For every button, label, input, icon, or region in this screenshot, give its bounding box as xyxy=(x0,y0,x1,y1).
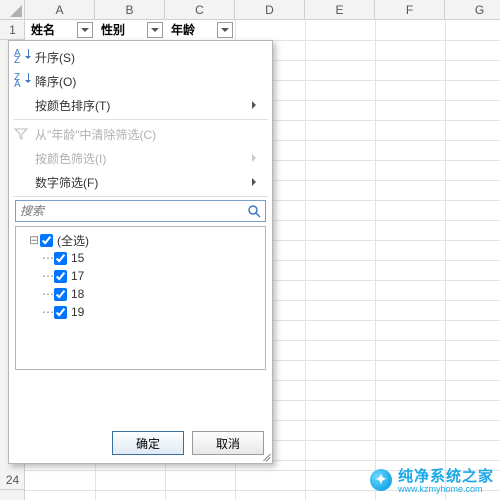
tree-item-label: 19 xyxy=(71,305,84,319)
sort-by-color[interactable]: 按颜色排序(T) xyxy=(9,93,272,117)
tree-item-label: 18 xyxy=(71,287,84,301)
row-24[interactable]: 24 xyxy=(0,470,25,490)
button-row: 确定 取消 xyxy=(112,431,264,455)
resize-handle[interactable] xyxy=(260,451,270,461)
watermark-text: 纯净系统之家 xyxy=(398,465,494,486)
tree-toggle-icon[interactable]: ⊟ xyxy=(28,233,40,247)
column-headers: A B C D E F G xyxy=(0,0,500,20)
sort-descending[interactable]: ZA 降序(O) xyxy=(9,69,272,93)
watermark: ✦ 纯净系统之家 www.kzmyhome.com xyxy=(370,465,494,494)
number-filters[interactable]: 数字筛选(F) xyxy=(9,170,272,194)
divider xyxy=(13,196,268,197)
col-G[interactable]: G xyxy=(445,0,500,20)
filter-values-tree[interactable]: ⊟ (全选) ⋯ 15 ⋯ 17 ⋯ 18 ⋯ 19 xyxy=(15,226,266,370)
checkbox-17[interactable] xyxy=(54,270,67,283)
checkbox-18[interactable] xyxy=(54,288,67,301)
checkbox-19[interactable] xyxy=(54,306,67,319)
header-name-label: 姓名 xyxy=(31,23,55,37)
col-D[interactable]: D xyxy=(235,0,305,20)
tree-item-label: 15 xyxy=(71,251,84,265)
tree-leaf-icon: ⋯ xyxy=(42,305,54,319)
search-row xyxy=(15,200,266,222)
filter-dropdown: AZ 升序(S) ZA 降序(O) 按颜色排序(T) 从"年龄"中清除筛选(C)… xyxy=(8,40,273,464)
tree-select-all[interactable]: ⊟ (全选) xyxy=(20,231,261,249)
funnel-clear-icon xyxy=(14,127,30,141)
filter-button-age[interactable] xyxy=(217,22,233,38)
ok-button[interactable]: 确定 xyxy=(112,431,184,455)
col-E[interactable]: E xyxy=(305,0,375,20)
col-B[interactable]: B xyxy=(95,0,165,20)
tree-all-label: (全选) xyxy=(57,232,89,249)
filter-by-color: 按颜色筛选(I) xyxy=(9,146,272,170)
cancel-button[interactable]: 取消 xyxy=(192,431,264,455)
tree-item[interactable]: ⋯ 19 xyxy=(20,303,261,321)
submenu-arrow-icon xyxy=(252,154,260,162)
down-arrow-icon xyxy=(26,73,32,85)
col-F[interactable]: F xyxy=(375,0,445,20)
down-arrow-icon xyxy=(26,49,32,61)
checkbox-15[interactable] xyxy=(54,252,67,265)
tree-leaf-icon: ⋯ xyxy=(42,269,54,283)
sort-desc-label: 降序(O) xyxy=(35,73,76,90)
tree-leaf-icon: ⋯ xyxy=(42,251,54,265)
tree-item[interactable]: ⋯ 18 xyxy=(20,285,261,303)
submenu-arrow-icon xyxy=(252,101,260,109)
sort-ascending[interactable]: AZ 升序(S) xyxy=(9,45,272,69)
divider xyxy=(13,119,268,120)
filter-button-gender[interactable] xyxy=(147,22,163,38)
watermark-logo-icon: ✦ xyxy=(370,469,392,491)
filter-color-label: 按颜色筛选(I) xyxy=(35,150,106,167)
filter-button-name[interactable] xyxy=(77,22,93,38)
tree-leaf-icon: ⋯ xyxy=(42,287,54,301)
tree-item[interactable]: ⋯ 15 xyxy=(20,249,261,267)
submenu-arrow-icon xyxy=(252,178,260,186)
clear-filter-label: 从"年龄"中清除筛选(C) xyxy=(35,126,156,143)
checkbox-all[interactable] xyxy=(40,234,53,247)
watermark-url: www.kzmyhome.com xyxy=(398,484,494,494)
select-all-corner[interactable] xyxy=(0,0,25,20)
search-icon xyxy=(246,203,262,219)
header-age-label: 年龄 xyxy=(171,23,195,37)
clear-filter: 从"年龄"中清除筛选(C) xyxy=(9,122,272,146)
tree-item[interactable]: ⋯ 17 xyxy=(20,267,261,285)
search-input[interactable] xyxy=(15,200,266,222)
number-filter-label: 数字筛选(F) xyxy=(35,174,98,191)
sort-asc-label: 升序(S) xyxy=(35,49,75,66)
row-1[interactable]: 1 xyxy=(0,20,25,40)
col-C[interactable]: C xyxy=(165,0,235,20)
sort-color-label: 按颜色排序(T) xyxy=(35,97,110,114)
header-gender-label: 性别 xyxy=(101,23,125,37)
col-A[interactable]: A xyxy=(25,0,95,20)
tree-item-label: 17 xyxy=(71,269,84,283)
